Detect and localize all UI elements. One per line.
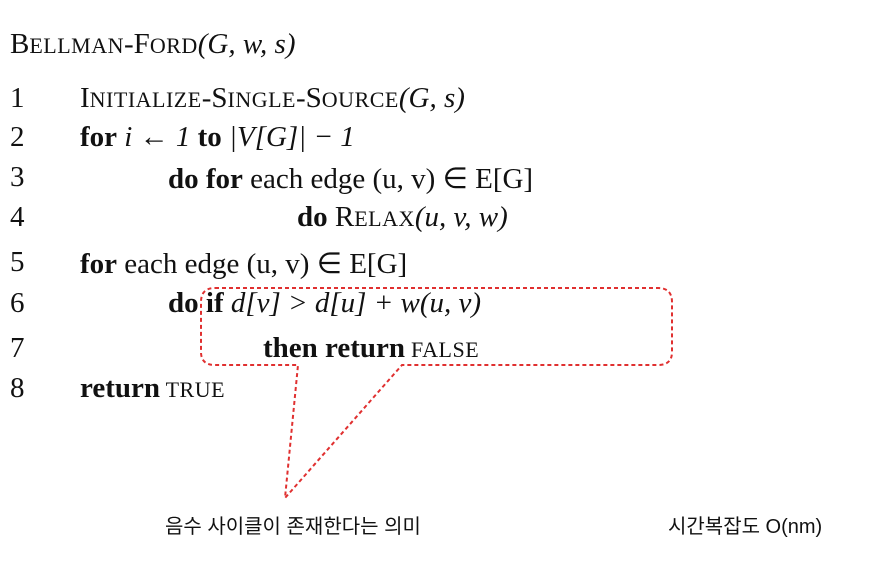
negative-cycle-callout [200,287,673,501]
callout-bubble-outline [200,287,673,501]
complexity-annotation: 시간복잡도 O(nm) [668,516,823,538]
negative-cycle-annotation: 음수 사이클이 존재한다는 의미 [165,516,421,538]
